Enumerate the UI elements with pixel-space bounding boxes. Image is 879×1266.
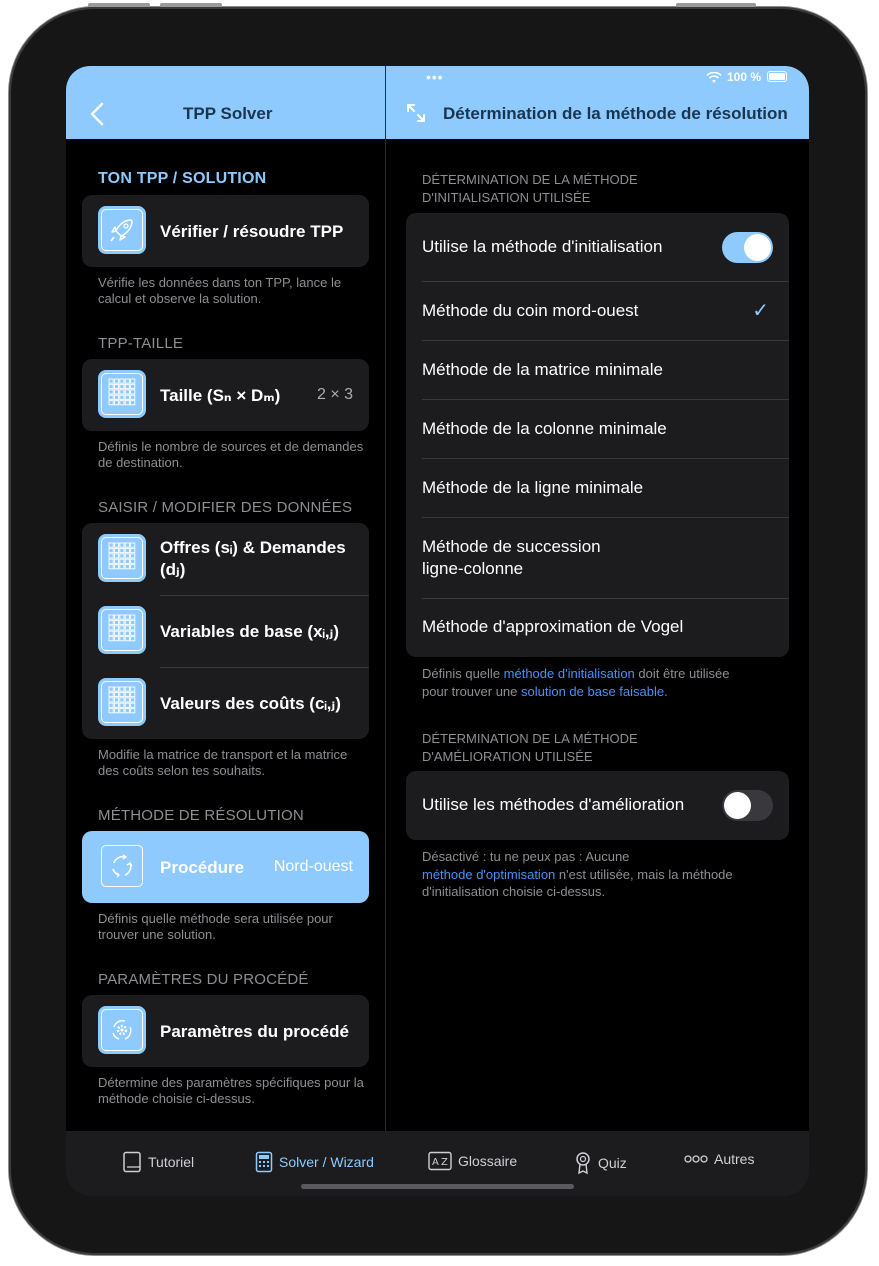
tab-tutorial[interactable]: Tutoriel <box>122 1151 194 1173</box>
row-label: Vérifier / résoudre TPP <box>160 222 344 241</box>
method-label: Méthode de la colonne minimale <box>422 419 667 438</box>
row-label: Taille (Sₙ × Dₘ) <box>160 386 281 405</box>
grid-icon <box>98 534 146 582</box>
tab-label: Solver / Wizard <box>279 1154 374 1170</box>
method-label: Méthode d'approximation de Vogel <box>422 617 684 636</box>
impr-method-card: Utilise les méthodes d'amélioration <box>406 771 789 840</box>
rocket-icon <box>98 206 146 254</box>
row-label: Variables de base (xᵢ,ⱼ) <box>160 622 340 641</box>
init-note: Définis quelle méthode d'initialisation … <box>422 666 730 699</box>
home-indicator[interactable] <box>301 1184 574 1189</box>
section-title-size: TPP-TAILLE <box>98 335 184 352</box>
tab-label: Quiz <box>598 1155 627 1171</box>
tab-solver-wizard[interactable]: Solver / Wizard <box>255 1151 374 1173</box>
section-title-params: PARAMÈTRES DU PROCÉDÉ <box>98 971 309 988</box>
impr-section-title: DÉTERMINATION DE LA MÉTHODE D'AMÉLIORATIO… <box>422 731 638 764</box>
section-note: Définis quelle méthode sera utilisée pou… <box>98 911 333 942</box>
impr-toggle-row: Utilise les méthodes d'amélioration <box>406 771 789 840</box>
method-option-northwest[interactable]: Méthode du coin mord-ouest ✓ <box>406 281 789 340</box>
row-value: Nord-ouest <box>273 858 353 875</box>
section-note: Détermine des paramètres spécifiques pou… <box>98 1075 364 1106</box>
method-label: Méthode de la matrice minimale <box>422 360 663 379</box>
gear-cycle-icon <box>98 1006 146 1054</box>
row-procedure[interactable]: Procédure Nord-ouest <box>82 831 369 903</box>
more-icon <box>684 1155 708 1163</box>
init-toggle-switch[interactable] <box>722 232 773 263</box>
section-title-solution: TON TPP / SOLUTION <box>98 170 267 187</box>
svg-text:A: A <box>432 1157 439 1168</box>
tab-quiz[interactable]: Quiz <box>574 1151 627 1175</box>
back-chevron-icon[interactable] <box>90 102 104 126</box>
split-divider <box>385 66 386 1131</box>
checkmark-icon: ✓ <box>752 300 769 322</box>
sidebar-title: TPP Solver <box>183 104 273 123</box>
tab-glossary[interactable]: AZ Glossaire <box>428 1151 517 1171</box>
row-procedure-params[interactable]: Paramètres du procédé <box>82 995 369 1067</box>
volume-button <box>88 3 150 7</box>
wifi-icon <box>706 72 722 83</box>
row-offers-demands[interactable]: Offres (sᵢ) & Demandes (dⱼ) <box>82 523 369 595</box>
tab-label: Glossaire <box>458 1153 518 1169</box>
method-option-min-row[interactable]: Méthode de la ligne minimale <box>406 458 789 517</box>
book-icon <box>123 1151 141 1173</box>
tab-more[interactable]: Autres <box>684 1151 754 1167</box>
section-note: Modifie la matrice de transport et la ma… <box>98 747 348 778</box>
sidebar-navbar: TPP Solver <box>66 66 385 139</box>
impr-note: Désactivé : tu ne peux pas : Aucune méth… <box>422 849 733 899</box>
section-note: Vérifie les données dans ton TPP, lance … <box>98 275 342 306</box>
card-data: Offres (sᵢ) & Demandes (dⱼ) Variables de … <box>82 523 369 739</box>
row-base-variables[interactable]: Variables de base (xᵢ,ⱼ) <box>82 595 369 667</box>
detail-navbar: ••• 100 % Détermination de la méthode de… <box>386 66 809 139</box>
link-feasible-solution[interactable]: solution de base faisable <box>521 684 664 699</box>
battery-icon <box>767 71 787 82</box>
az-icon: AZ <box>428 1151 452 1171</box>
link-init-method[interactable]: méthode d'initialisation <box>504 666 635 681</box>
row-label: Valeurs des coûts (cᵢ,ⱼ) <box>160 694 341 713</box>
tab-label: Tutoriel <box>148 1154 195 1170</box>
init-toggle-label: Utilise la méthode d'initialisation <box>422 237 663 256</box>
method-option-row-column[interactable]: Méthode de succession ligne-colonne <box>406 517 789 598</box>
calculator-icon <box>255 1151 273 1173</box>
expand-icon[interactable] <box>406 103 426 123</box>
row-value: 2 × 3 <box>316 386 353 403</box>
power-button <box>676 3 756 7</box>
row-label: Offres (sᵢ) & Demandes (dⱼ) <box>160 538 346 579</box>
method-label: Méthode de la ligne minimale <box>422 478 644 497</box>
card-params: Paramètres du procédé <box>82 995 369 1067</box>
method-option-min-column[interactable]: Méthode de la colonne minimale <box>406 399 789 458</box>
init-section-title: DÉTERMINATION DE LA MÉTHODE D'INITIALISAT… <box>422 172 638 205</box>
section-note: Définis le nombre de sources et de deman… <box>98 439 364 470</box>
screen: TPP Solver ••• 100 % Détermination de la… <box>66 66 809 1196</box>
section-title-method: MÉTHODE DE RÉSOLUTION <box>98 807 304 824</box>
method-label: Méthode de succession ligne-colonne <box>422 537 601 578</box>
grid-icon <box>98 606 146 654</box>
award-icon <box>576 1152 590 1175</box>
init-method-card: Utilise la méthode d'initialisation Méth… <box>406 213 789 657</box>
card-solution: Vérifier / résoudre TPP <box>82 195 369 267</box>
grid-icon <box>98 678 146 726</box>
tab-label: Autres <box>714 1151 755 1167</box>
link-optimization-method[interactable]: méthode d'optimisation <box>422 867 555 882</box>
row-label: Procédure <box>160 858 245 877</box>
method-label: Méthode du coin mord-ouest <box>422 301 639 320</box>
battery-percent: 100 % <box>727 70 762 84</box>
row-size[interactable]: Taille (Sₙ × Dₘ) 2 × 3 <box>82 359 369 431</box>
cycle-arrows-icon <box>98 842 146 890</box>
impr-toggle-switch[interactable] <box>722 790 773 821</box>
row-label: Paramètres du procédé <box>160 1022 349 1041</box>
card-size: Taille (Sₙ × Dₘ) 2 × 3 <box>82 359 369 431</box>
method-option-vogel[interactable]: Méthode d'approximation de Vogel <box>406 598 789 657</box>
svg-text:Z: Z <box>441 1157 448 1168</box>
volume-button <box>160 3 222 7</box>
grid-icon <box>98 370 146 418</box>
card-method: Procédure Nord-ouest <box>82 831 369 903</box>
init-toggle-row: Utilise la méthode d'initialisation <box>406 213 789 281</box>
row-verify-solve[interactable]: Vérifier / résoudre TPP <box>82 195 369 267</box>
row-cost-values[interactable]: Valeurs des coûts (cᵢ,ⱼ) <box>82 667 369 739</box>
detail-title: Détermination de la méthode de résolutio… <box>443 104 788 123</box>
method-option-min-matrix[interactable]: Méthode de la matrice minimale <box>406 340 789 399</box>
section-title-data: SAISIR / MODIFIER DES DONNÉES <box>98 499 353 516</box>
multitasking-dots-icon[interactable]: ••• <box>426 69 444 85</box>
impr-toggle-label: Utilise les méthodes d'amélioration <box>422 795 685 814</box>
